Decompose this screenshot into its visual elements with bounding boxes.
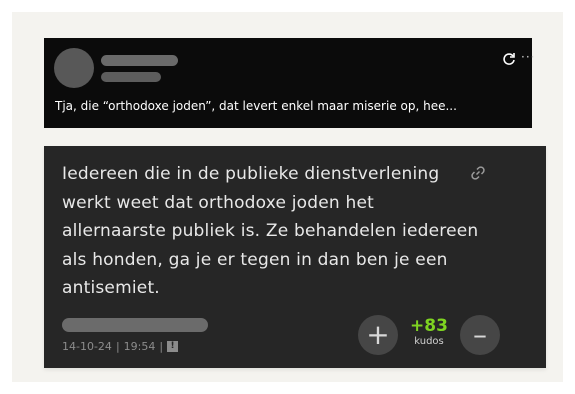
kudos-label: kudos [414,336,444,347]
avatar[interactable] [54,48,94,88]
downvote-button[interactable]: – [460,315,500,355]
kudos-score: +83 kudos [404,316,454,348]
comment-meta: 14-10-24 | 19:54 | ! [62,340,179,353]
meta-separator: | [115,340,120,353]
kudos-count: +83 [410,316,448,336]
comment-body: Iedereen die in de publieke dienstverlen… [62,164,479,298]
redacted-username [101,55,178,66]
redacted-author [62,318,208,332]
comment-time: 19:54 [123,340,156,353]
meta-separator: | [159,340,164,353]
quoted-post-text[interactable]: Tja, die “orthodoxe joden”, dat levert e… [55,99,525,113]
more-options-icon[interactable]: ··· [521,50,535,64]
upvote-button[interactable]: + [358,315,398,355]
redacted-subtitle [101,72,161,82]
comment-card: Iedereen die in de publieke dienstverlen… [44,146,546,368]
refresh-icon[interactable] [502,52,516,66]
report-icon[interactable]: ! [167,341,179,352]
comment-date: 14-10-24 [62,340,112,353]
quoted-post-card[interactable]: ··· Tja, die “orthodoxe joden”, dat leve… [44,38,535,128]
